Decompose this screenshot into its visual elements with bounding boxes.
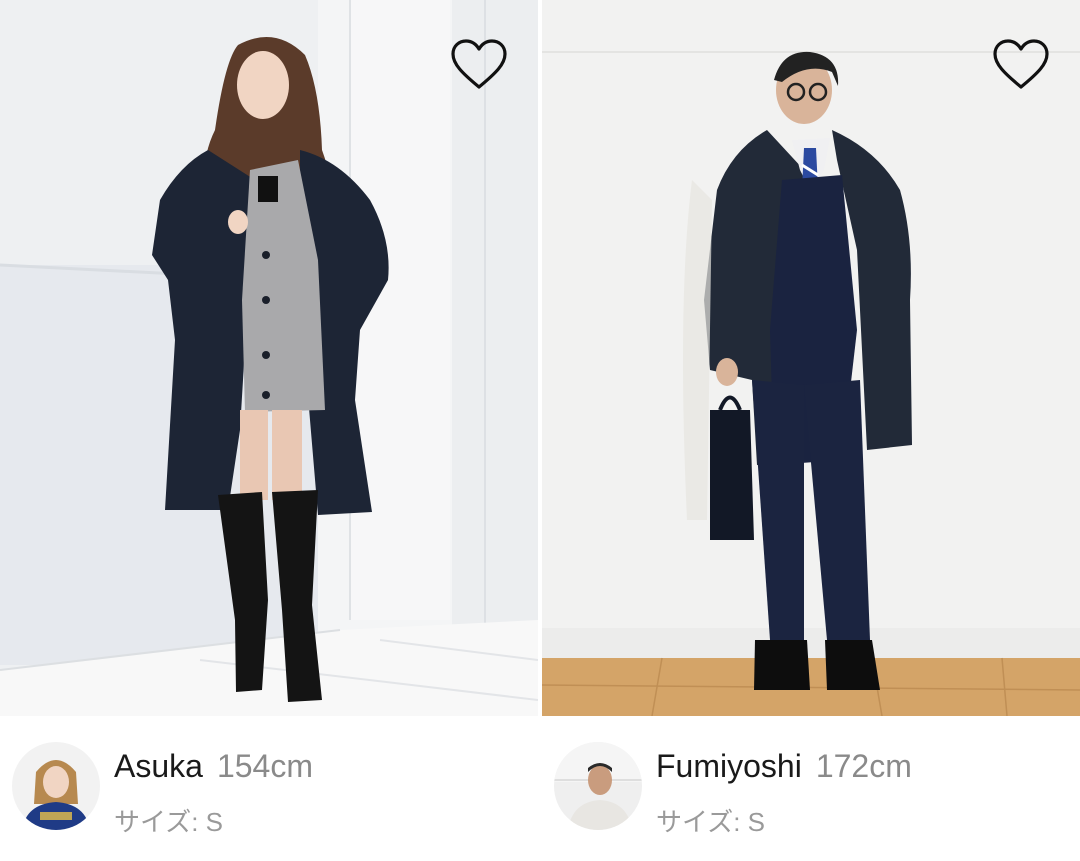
size-label: サイズ: S xyxy=(656,807,766,837)
outfit-photo-asuka-image xyxy=(0,0,538,716)
heart-outline-icon xyxy=(451,39,507,89)
heart-outline-icon xyxy=(993,39,1049,89)
avatar[interactable] xyxy=(554,742,642,830)
outfit-card-fumiyoshi[interactable]: Fumiyoshi 172cm サイズ: S xyxy=(542,0,1080,861)
outfit-info-fumiyoshi: Fumiyoshi 172cm サイズ: S xyxy=(542,716,1080,861)
avatar-image xyxy=(554,742,642,830)
outfit-info-asuka: Asuka 154cm サイズ: S xyxy=(0,716,538,861)
favorite-button[interactable] xyxy=(450,38,508,92)
favorite-button[interactable] xyxy=(992,38,1050,92)
outfit-card-asuka[interactable]: Asuka 154cm サイズ: S xyxy=(0,0,538,861)
avatar-image xyxy=(12,742,100,830)
model-height: 154cm xyxy=(216,748,313,784)
model-name: Fumiyoshi xyxy=(656,748,802,784)
outfit-photo-asuka[interactable] xyxy=(0,0,538,716)
model-name-height: Fumiyoshi 172cm xyxy=(656,746,912,786)
model-name: Asuka xyxy=(114,748,203,784)
model-height: 172cm xyxy=(815,748,912,784)
size-label: サイズ: S xyxy=(114,807,224,837)
avatar[interactable] xyxy=(12,742,100,830)
outfit-photo-fumiyoshi-image xyxy=(542,0,1080,716)
model-name-height: Asuka 154cm xyxy=(114,746,313,786)
outfit-photo-fumiyoshi[interactable] xyxy=(542,0,1080,716)
outfit-grid: Asuka 154cm サイズ: S Fumiyoshi 172cm サイズ: … xyxy=(0,0,1080,861)
